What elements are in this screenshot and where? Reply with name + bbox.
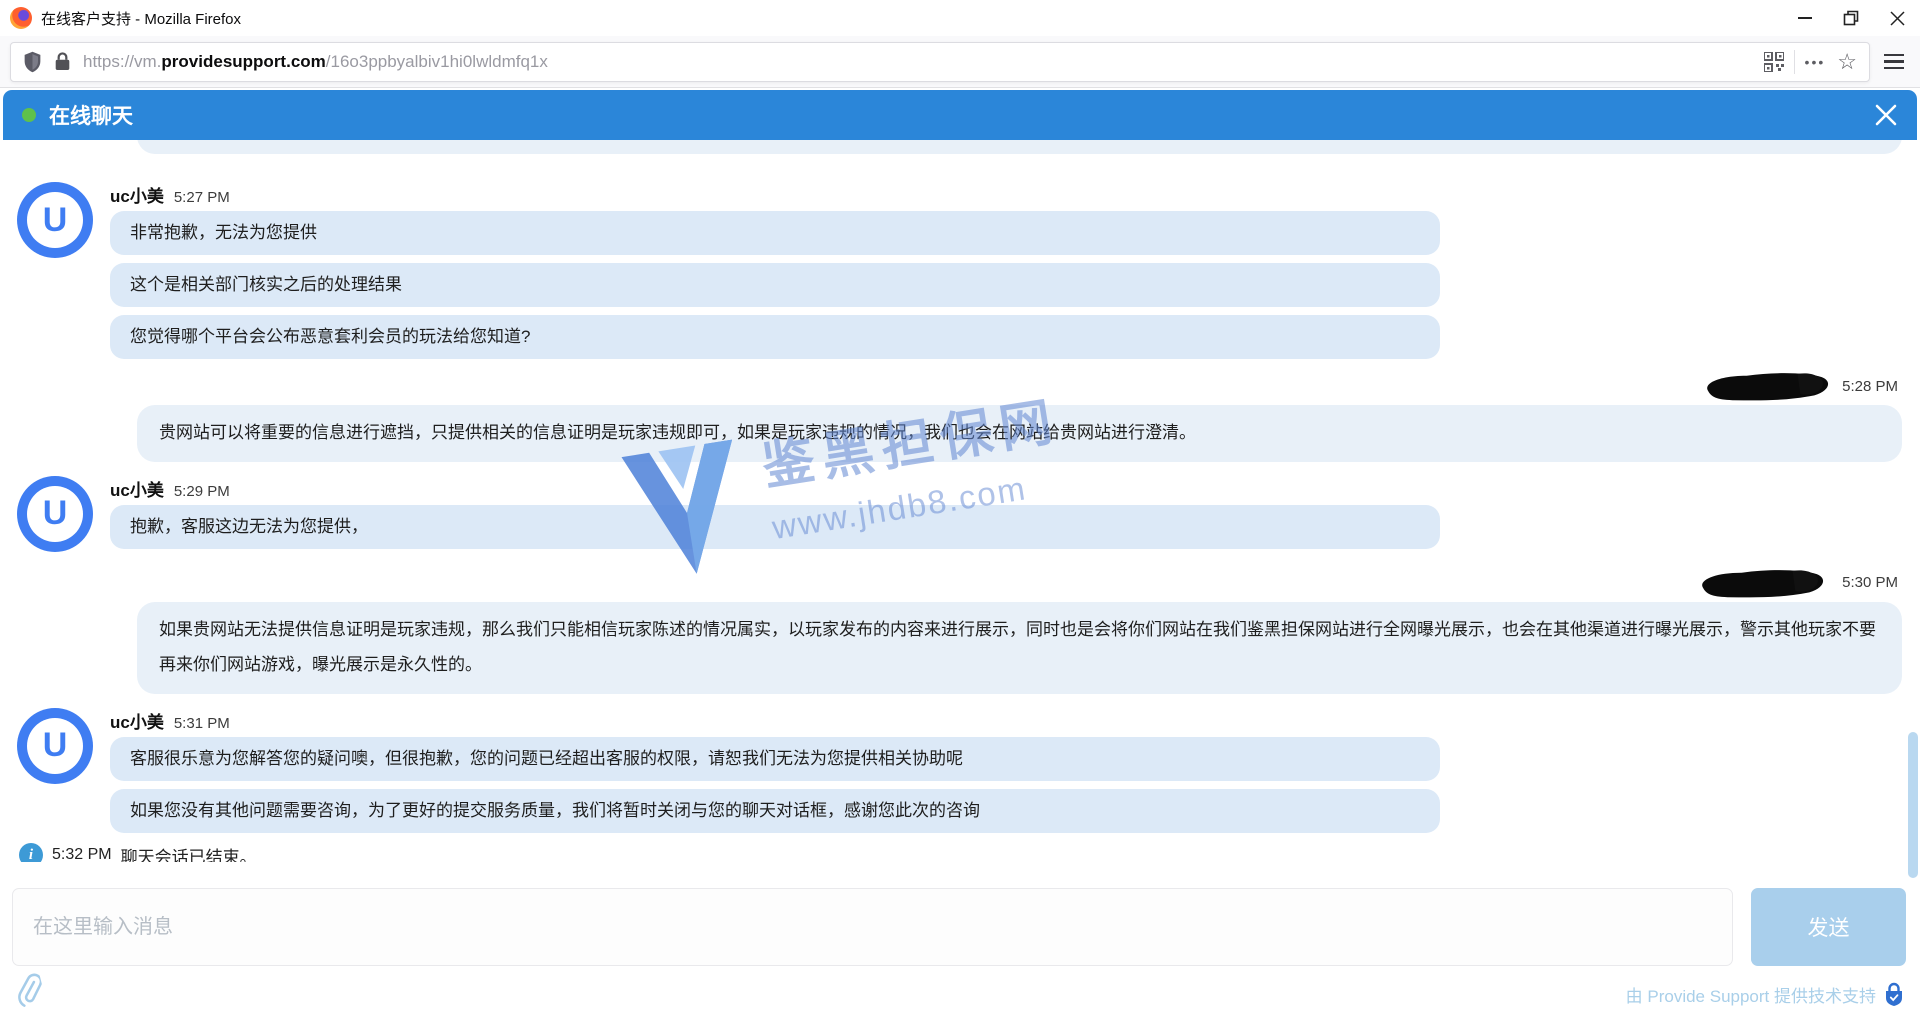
minimize-button[interactable] (1782, 0, 1828, 36)
message-group-agent-527: U uc小美 5:27 PM 非常抱歉，无法为您提供 这个是相关部门核实之后的处… (17, 182, 1902, 359)
minimize-icon (1798, 17, 1812, 19)
avatar-letter: U (27, 192, 83, 248)
agent-avatar: U (17, 476, 93, 552)
send-button[interactable]: 发送 (1751, 888, 1906, 966)
url-domain: providesupport.com (161, 52, 325, 71)
message-group-visitor-528: 5:28 PM 贵网站可以将重要的信息进行遮挡，只提供相关的信息证明是玩家违规即… (17, 371, 1902, 462)
redacted-name (1702, 369, 1833, 404)
message-input-row: 发送 (12, 888, 1906, 966)
message-group-agent-531: U uc小美 5:31 PM 客服很乐意为您解答您的疑问噢，但很抱歉，您的问题已… (17, 708, 1902, 833)
powered-by-text: 由 Provide Support 提供技术支持 (1626, 982, 1876, 1007)
agent-avatar: U (17, 708, 93, 784)
url-bar[interactable]: https://vm.providesupport.com/16o3ppbyal… (10, 42, 1870, 82)
sender-name: uc小美 (110, 708, 164, 733)
paperclip-icon (9, 970, 47, 1012)
url-text: https://vm.providesupport.com/16o3ppbyal… (83, 52, 548, 72)
bookmark-star-icon[interactable]: ☆ (1837, 49, 1857, 75)
chat-footer: 由 Provide Support 提供技术支持 (14, 972, 1904, 1016)
chat-log: 如果是出于玩家违规投注而导致被限制登录的话，希望贵网站可以提供一下相关资料，我们… (3, 140, 1917, 862)
avatar-letter: U (27, 486, 83, 542)
online-status-dot (22, 108, 36, 122)
sender-name: uc小美 (110, 182, 164, 207)
agent-message: 客服很乐意为您解答您的疑问噢，但很抱歉，您的问题已经超出客服的权限，请恕我们无法… (110, 737, 1440, 781)
message-time: 5:30 PM (1842, 574, 1898, 591)
agent-avatar: U (17, 182, 93, 258)
chat-header: 在线聊天 (3, 90, 1917, 140)
redacted-name (1692, 565, 1833, 600)
close-icon (1890, 11, 1905, 26)
visitor-message: 如果贵网站无法提供信息证明是玩家违规，那么我们只能相信玩家陈述的情况属实，以玩家… (137, 602, 1902, 694)
attachment-button[interactable] (9, 970, 48, 1017)
qr-code-icon[interactable] (1764, 52, 1784, 72)
agent-message: 您觉得哪个平台会公布恶意套利会员的玩法给您知道? (110, 315, 1440, 359)
restore-icon (1843, 10, 1859, 26)
system-message-text: 聊天会话已结束。 (121, 843, 257, 862)
menu-icon[interactable] (1884, 54, 1904, 70)
message-time: 5:27 PM (174, 189, 230, 206)
message-time: 5:28 PM (1842, 378, 1898, 395)
message-group-visitor-530: 5:30 PM 如果贵网站无法提供信息证明是玩家违规，那么我们只能相信玩家陈述的… (17, 568, 1902, 694)
agent-message: 非常抱歉，无法为您提供 (110, 211, 1440, 255)
scrollbar-thumb[interactable] (1908, 732, 1918, 878)
agent-message: 这个是相关部门核实之后的处理结果 (110, 263, 1440, 307)
window-title: 在线客户支持 - Mozilla Firefox (41, 8, 241, 29)
agent-message: 抱歉，客服这边无法为您提供， (110, 505, 1440, 549)
visitor-message: 贵网站可以将重要的信息进行遮挡，只提供相关的信息证明是玩家违规即可，如果是玩家违… (137, 405, 1902, 462)
window-controls (1782, 0, 1920, 36)
navigation-bar: https://vm.providesupport.com/16o3ppbyal… (0, 36, 1920, 88)
sender-name: uc小美 (110, 476, 164, 501)
urlbar-divider (1794, 50, 1795, 74)
clipped-visitor-message: 如果是出于玩家违规投注而导致被限制登录的话，希望贵网站可以提供一下相关资料，我们… (137, 140, 1902, 154)
message-group-agent-529: U uc小美 5:29 PM 抱歉，客服这边无法为您提供， (17, 476, 1902, 552)
avatar-letter: U (27, 718, 83, 774)
close-icon (1874, 103, 1898, 127)
shield-icon[interactable] (23, 51, 42, 73)
url-prefix: https://vm. (83, 52, 161, 71)
title-bar: 在线客户支持 - Mozilla Firefox (0, 0, 1920, 36)
restore-button[interactable] (1828, 0, 1874, 36)
message-time: 5:29 PM (174, 483, 230, 500)
powered-by-link[interactable]: 由 Provide Support 提供技术支持 (1626, 982, 1904, 1007)
info-icon: i (19, 843, 43, 862)
page-actions-icon[interactable]: ••• (1805, 54, 1826, 70)
browser-window: 在线客户支持 - Mozilla Firefox (0, 0, 1920, 1019)
chat-title: 在线聊天 (49, 100, 133, 130)
system-message-time: 5:32 PM (52, 846, 112, 862)
system-message-row: i 5:32 PM 聊天会话已结束。 (19, 843, 1917, 862)
message-time: 5:31 PM (174, 715, 230, 732)
agent-message: 如果您没有其他问题需要咨询，为了更好的提交服务质量，我们将暂时关闭与您的聊天对话… (110, 789, 1440, 833)
message-input[interactable] (12, 888, 1733, 966)
secure-lock-icon (1884, 982, 1904, 1006)
close-chat-button[interactable] (1874, 103, 1898, 127)
url-path: /16o3ppbyalbiv1hi0lwldmfq1x (326, 52, 548, 71)
lock-icon[interactable] (54, 51, 71, 72)
firefox-icon (10, 7, 32, 29)
close-window-button[interactable] (1874, 0, 1920, 36)
